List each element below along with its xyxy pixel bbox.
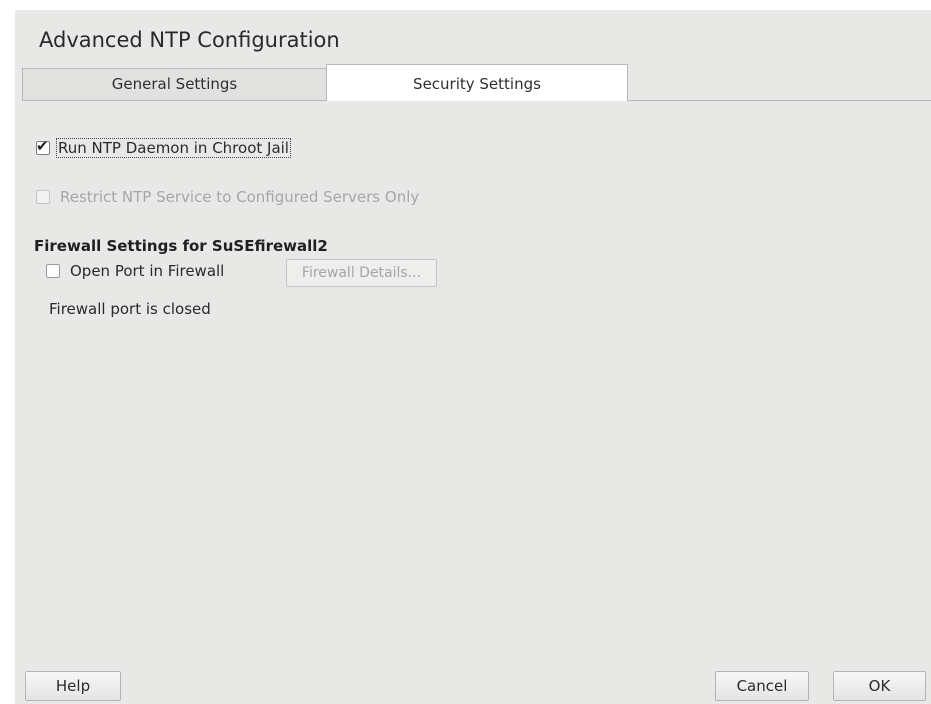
restrict-checkbox [36,190,50,204]
tab-general-settings[interactable]: General Settings [22,68,327,100]
open-port-label[interactable]: Open Port in Firewall [70,262,224,280]
open-port-checkbox[interactable] [46,264,60,278]
tab-security-settings[interactable]: Security Settings [326,64,628,101]
restrict-label: Restrict NTP Service to Configured Serve… [60,188,420,206]
firewall-group-title: Firewall Settings for SuSEfirewall2 [34,237,328,255]
cancel-button[interactable]: Cancel [715,671,809,701]
chroot-option[interactable]: ✔ Run NTP Daemon in Chroot Jail [36,137,291,158]
ntp-dialog: Advanced NTP Configuration General Setti… [15,10,931,704]
restrict-option: Restrict NTP Service to Configured Serve… [36,188,419,206]
chroot-checkbox[interactable]: ✔ [36,137,50,155]
tab-bar: General Settings Security Settings [22,64,931,101]
chroot-label[interactable]: Run NTP Daemon in Chroot Jail [56,138,291,158]
checkmark-icon: ✔ [36,137,49,155]
firewall-details-button: Firewall Details... [286,259,437,287]
dialog-title: Advanced NTP Configuration [39,28,340,52]
open-port-option[interactable]: Open Port in Firewall [46,262,224,280]
help-button[interactable]: Help [25,671,121,701]
firewall-status: Firewall port is closed [49,300,211,318]
ok-button[interactable]: OK [833,671,926,701]
